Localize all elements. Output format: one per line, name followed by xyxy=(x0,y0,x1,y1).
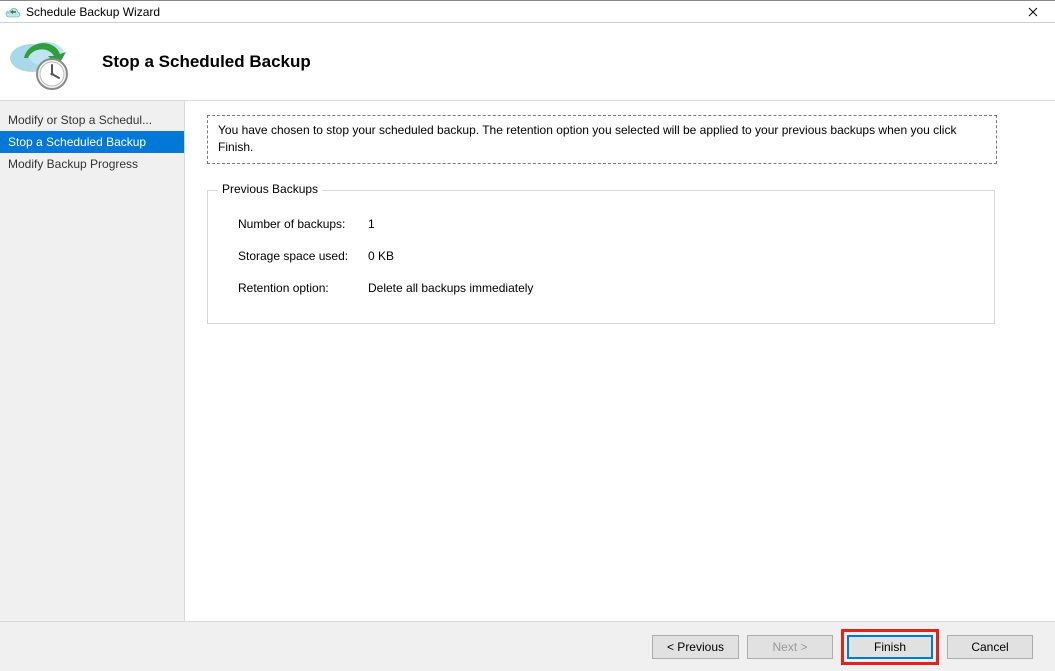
value-retention-option: Delete all backups immediately xyxy=(368,281,533,295)
label-number-of-backups: Number of backups: xyxy=(238,217,368,231)
cancel-button[interactable]: Cancel xyxy=(947,635,1033,659)
step-stop-scheduled-backup[interactable]: Stop a Scheduled Backup xyxy=(0,131,184,153)
finish-button[interactable]: Finish xyxy=(847,635,933,659)
step-modify-backup-progress[interactable]: Modify Backup Progress xyxy=(0,153,184,175)
steps-sidebar: Modify or Stop a Schedul... Stop a Sched… xyxy=(0,101,185,621)
row-retention-option: Retention option: Delete all backups imm… xyxy=(238,281,976,295)
value-storage-used: 0 KB xyxy=(368,249,394,263)
wizard-window: Schedule Backup Wizard Stop a Scheduled … xyxy=(0,0,1055,671)
wizard-header: Stop a Scheduled Backup xyxy=(0,23,1055,101)
header-icon xyxy=(8,32,72,92)
label-retention-option: Retention option: xyxy=(238,281,368,295)
app-icon xyxy=(4,4,20,20)
row-number-of-backups: Number of backups: 1 xyxy=(238,217,976,231)
previous-button[interactable]: < Previous xyxy=(652,635,739,659)
group-legend: Previous Backups xyxy=(218,182,322,196)
close-icon xyxy=(1028,7,1038,17)
wizard-body: Modify or Stop a Schedul... Stop a Sched… xyxy=(0,101,1055,621)
close-button[interactable] xyxy=(1010,1,1055,23)
titlebar: Schedule Backup Wizard xyxy=(0,1,1055,23)
row-storage-used: Storage space used: 0 KB xyxy=(238,249,976,263)
previous-backups-group: Previous Backups Number of backups: 1 St… xyxy=(207,190,995,324)
content-pane: You have chosen to stop your scheduled b… xyxy=(185,101,1055,621)
info-message: You have chosen to stop your scheduled b… xyxy=(207,115,997,164)
wizard-footer: < Previous Next > Finish Cancel xyxy=(0,621,1055,671)
step-modify-or-stop[interactable]: Modify or Stop a Schedul... xyxy=(0,109,184,131)
next-button: Next > xyxy=(747,635,833,659)
finish-highlight: Finish xyxy=(841,629,939,665)
value-number-of-backups: 1 xyxy=(368,217,375,231)
page-title: Stop a Scheduled Backup xyxy=(102,52,311,72)
window-title: Schedule Backup Wizard xyxy=(26,5,160,19)
label-storage-used: Storage space used: xyxy=(238,249,368,263)
